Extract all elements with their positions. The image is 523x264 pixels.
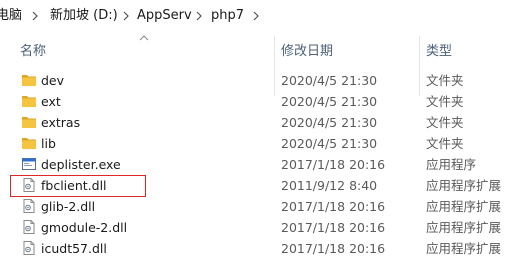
file-type: 应用程序扩展 <box>426 178 502 193</box>
column-header: 名称 修改日期 类型 <box>0 32 523 96</box>
file-name: fbclient.dll <box>41 178 107 193</box>
breadcrumb-php7[interactable]: php7 <box>211 8 244 24</box>
file-name: ext <box>41 94 61 109</box>
file-name: gmodule-2.dll <box>41 220 128 235</box>
file-name: dev <box>41 73 65 88</box>
folder-icon <box>22 138 36 149</box>
file-row[interactable]: ext 2020/4/5 21:30 文件夹 <box>0 91 523 112</box>
file-row[interactable]: lib 2020/4/5 21:30 文件夹 <box>0 133 523 154</box>
file-type: 应用程序扩展 <box>426 220 502 235</box>
file-row[interactable]: fbclient.dll 2011/9/12 8:40 应用程序扩展 <box>0 175 523 196</box>
exe-icon <box>22 158 36 170</box>
dll-icon <box>23 178 35 192</box>
file-date: 2017/1/18 20:16 <box>281 157 386 172</box>
file-date: 2017/1/18 20:16 <box>281 199 386 214</box>
dll-icon <box>23 199 35 213</box>
file-date: 2011/9/12 8:40 <box>281 178 378 193</box>
file-row[interactable]: deplister.exe 2017/1/18 20:16 应用程序 <box>0 154 523 175</box>
file-date: 2020/4/5 21:30 <box>281 115 378 130</box>
file-row[interactable]: icudt57.dll 2017/1/18 20:16 应用程序扩展 <box>0 238 523 259</box>
file-row[interactable]: dev 2020/4/5 21:30 文件夹 <box>0 70 523 91</box>
file-type: 文件夹 <box>426 73 464 88</box>
file-type: 应用程序扩展 <box>426 199 502 214</box>
column-date-header[interactable]: 修改日期 <box>281 44 333 60</box>
file-type: 应用程序 <box>426 157 477 172</box>
address-bar[interactable]: 电脑 新加坡 (D:) AppServ php7 <box>0 0 523 33</box>
chevron-right-icon[interactable] <box>250 10 262 22</box>
file-name: icudt57.dll <box>41 241 107 256</box>
file-type: 文件夹 <box>426 136 464 151</box>
dll-icon <box>23 241 35 255</box>
file-date: 2020/4/5 21:30 <box>281 73 378 88</box>
file-date: 2017/1/18 20:16 <box>281 220 386 235</box>
breadcrumb-appserv[interactable]: AppServ <box>137 8 192 24</box>
sort-ascending-icon <box>139 35 149 41</box>
folder-icon <box>22 96 36 107</box>
file-date: 2020/4/5 21:30 <box>281 94 378 109</box>
file-type: 文件夹 <box>426 115 464 130</box>
file-type: 应用程序扩展 <box>426 241 502 256</box>
breadcrumb-drive[interactable]: 新加坡 (D:) <box>50 8 118 24</box>
file-date: 2017/1/18 20:16 <box>281 241 386 256</box>
file-date: 2020/4/5 21:30 <box>281 136 378 151</box>
file-type: 文件夹 <box>426 94 464 109</box>
dll-icon <box>23 220 35 234</box>
file-name: glib-2.dll <box>41 199 96 214</box>
column-name-header[interactable]: 名称 <box>20 44 46 60</box>
file-name: lib <box>41 136 56 151</box>
chevron-right-icon <box>123 11 129 21</box>
file-row[interactable]: glib-2.dll 2017/1/18 20:16 应用程序扩展 <box>0 196 523 217</box>
file-name: extras <box>41 115 81 130</box>
folder-icon <box>22 117 36 128</box>
chevron-right-icon <box>32 11 38 21</box>
chevron-right-icon <box>196 11 202 21</box>
file-row[interactable]: extras 2020/4/5 21:30 文件夹 <box>0 112 523 133</box>
file-row[interactable]: gmodule-2.dll 2017/1/18 20:16 应用程序扩展 <box>0 217 523 238</box>
folder-icon <box>22 75 36 86</box>
file-explorer-window: 电脑 新加坡 (D:) AppServ php7 名称 修改日期 类型 dev … <box>0 0 523 264</box>
column-type-header[interactable]: 类型 <box>426 44 452 60</box>
breadcrumb-computer[interactable]: 电脑 <box>0 8 22 24</box>
file-name: deplister.exe <box>41 157 121 172</box>
